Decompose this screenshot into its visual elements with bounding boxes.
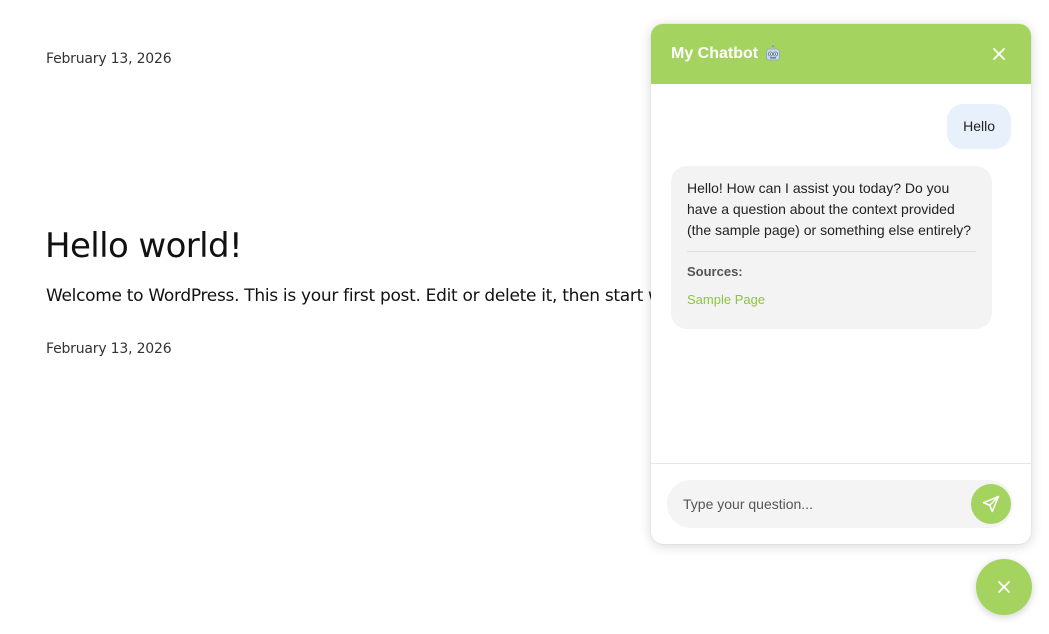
- bot-message: Hello! How can I assist you today? Do yo…: [671, 166, 992, 329]
- post-date: February 13, 2026: [46, 341, 172, 357]
- question-input[interactable]: [667, 495, 971, 513]
- post-excerpt: Welcome to WordPress. This is your first…: [46, 286, 666, 306]
- page: February 13, 2026 Hello world! Welcome t…: [0, 0, 1049, 634]
- bot-message-text: Hello! How can I assist you today? Do yo…: [687, 180, 972, 238]
- post-date: February 13, 2026: [46, 51, 172, 67]
- send-button[interactable]: [971, 484, 1011, 524]
- chat-panel: My Chatbot Hello Hello! How can I assist…: [651, 24, 1031, 544]
- close-chat-button[interactable]: [987, 42, 1011, 66]
- post-title-link[interactable]: Hello world!: [45, 226, 243, 266]
- robot-icon: [764, 45, 782, 63]
- close-icon: [993, 48, 1005, 60]
- chat-input-area: [667, 480, 1013, 528]
- chat-launcher-close-button[interactable]: [976, 559, 1032, 615]
- chat-title-wrap: My Chatbot: [671, 45, 782, 63]
- send-icon: [982, 495, 1000, 513]
- chat-title: My Chatbot: [671, 45, 759, 62]
- user-message: Hello: [947, 104, 1011, 149]
- close-icon: [998, 581, 1010, 593]
- source-link[interactable]: Sample Page: [687, 292, 765, 307]
- divider: [687, 251, 976, 252]
- chat-header: My Chatbot: [651, 24, 1031, 84]
- sources-label: Sources:: [687, 264, 743, 279]
- chat-messages[interactable]: Hello Hello! How can I assist you today?…: [651, 84, 1031, 464]
